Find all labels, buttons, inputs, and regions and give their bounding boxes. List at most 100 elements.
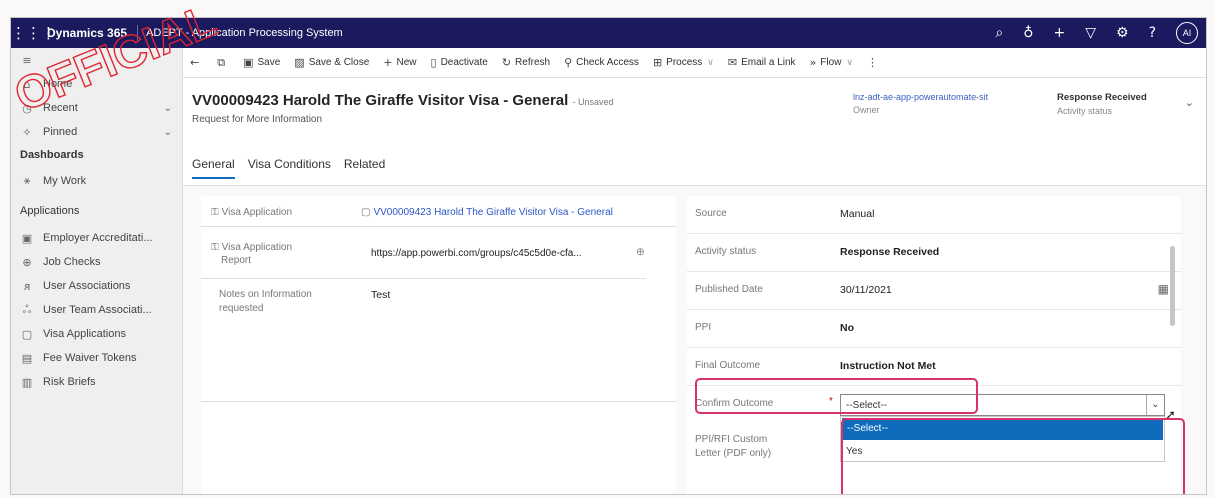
email-link-label: Email a Link bbox=[741, 57, 796, 68]
sidebar-item-user-team-associations[interactable]: ஃ User Team Associati... bbox=[11, 298, 182, 322]
sitemap-sidebar: ≡ ⌂ Home ◷ Recent ⌄ ✧ Pinned ⌄ Dashboards ⚹ My… bbox=[11, 48, 183, 494]
ppi-row: PPI No bbox=[687, 310, 1181, 348]
visa-application-report-url[interactable]: https://app.powerbi.com/groups/c45c5d0e-… bbox=[371, 248, 582, 259]
header-status-field: Response Received Activity status bbox=[1057, 92, 1147, 116]
published-date-label: Published Date bbox=[695, 284, 763, 295]
custom-letter-label-line2: Letter (PDF only) bbox=[695, 448, 772, 459]
sidebar-item-employer-accreditation[interactable]: ▣ Employer Accreditati... bbox=[11, 226, 182, 250]
sidebar-item-label: Fee Waiver Tokens bbox=[43, 352, 137, 364]
briefcase-icon: ⊕ bbox=[22, 255, 32, 269]
source-label: Source bbox=[695, 208, 727, 219]
save-close-button[interactable]: ▨ Save & Close bbox=[287, 48, 376, 78]
calendar-icon[interactable]: ▦ bbox=[1158, 282, 1169, 296]
sidebar-item-job-checks[interactable]: ⊕ Job Checks bbox=[11, 250, 182, 274]
command-bar: ← ⧉ ▣ Save ▨ Save & Close + New ▯ Deactivate… bbox=[183, 48, 1206, 78]
left-form-section: ⚿ Visa Application ▢ VV00009423 Harold The… bbox=[201, 196, 676, 494]
final-outcome-value[interactable]: Instruction Not Met bbox=[840, 360, 936, 372]
chevron-down-icon: ∨ bbox=[846, 57, 854, 68]
sidebar-item-label: Job Checks bbox=[43, 256, 101, 268]
brand-name[interactable]: Dynamics 365 bbox=[41, 25, 139, 41]
popout-icon[interactable]: ⧉ bbox=[217, 56, 225, 70]
check-access-button[interactable]: ⚲ Check Access bbox=[557, 48, 646, 78]
owner-label: Owner bbox=[853, 105, 880, 115]
published-date-value[interactable]: 30/11/2021 bbox=[840, 284, 892, 296]
sidebar-item-home[interactable]: ⌂ Home bbox=[11, 72, 182, 96]
confirm-outcome-highlight bbox=[841, 418, 1185, 494]
source-value[interactable]: Manual bbox=[840, 208, 874, 220]
chevron-down-icon[interactable]: ⌄ bbox=[1146, 395, 1164, 415]
deactivate-button[interactable]: ▯ Deactivate bbox=[424, 48, 495, 78]
sidebar-item-visa-applications[interactable]: ▢ Visa Applications bbox=[11, 322, 182, 346]
add-icon[interactable]: + bbox=[1053, 25, 1065, 41]
top-nav-bar: ⋮⋮⋮ Dynamics 365 ADEPT - Application Pro… bbox=[11, 18, 1206, 48]
search-icon[interactable]: ⌕ bbox=[995, 25, 1003, 41]
save-close-icon: ▨ bbox=[294, 56, 305, 69]
tab-related[interactable]: Related bbox=[344, 157, 385, 179]
ppi-value[interactable]: No bbox=[840, 322, 854, 334]
app-launcher-icon[interactable]: ⋮⋮⋮ bbox=[11, 24, 56, 42]
back-arrow-icon[interactable]: ← bbox=[190, 56, 199, 69]
back-button[interactable]: ← bbox=[183, 48, 210, 78]
sidebar-item-fee-waiver-tokens[interactable]: ▤ Fee Waiver Tokens bbox=[11, 346, 182, 370]
flow-button[interactable]: » Flow ∨ bbox=[803, 48, 860, 78]
chevron-down-icon[interactable]: ⌄ bbox=[164, 127, 172, 138]
sidebar-item-label: Recent bbox=[43, 102, 78, 114]
notes-value[interactable]: Test bbox=[371, 289, 390, 301]
email-link-icon: ✉ bbox=[727, 56, 738, 69]
settings-gear-icon[interactable]: ⚙ bbox=[1116, 25, 1129, 41]
chevron-down-icon[interactable]: ⌄ bbox=[164, 103, 172, 114]
record-header: VV00009423 Harold The Giraffe Visitor Vi… bbox=[183, 78, 1206, 186]
form-tabs: General Visa Conditions Related bbox=[192, 157, 385, 179]
plus-icon: + bbox=[383, 56, 393, 69]
sidebar-item-recent[interactable]: ◷ Recent ⌄ bbox=[11, 96, 182, 120]
open-new-window-button[interactable]: ⧉ bbox=[210, 48, 236, 78]
sidebar-item-pinned[interactable]: ✧ Pinned ⌄ bbox=[11, 120, 182, 144]
refresh-button[interactable]: ↻ Refresh bbox=[495, 48, 557, 78]
new-label: New bbox=[396, 57, 417, 68]
email-link-button[interactable]: ✉ Email a Link bbox=[721, 48, 803, 78]
record-title: VV00009423 Harold The Giraffe Visitor Vi… bbox=[192, 92, 614, 109]
unsaved-indicator: - Unsaved bbox=[572, 97, 614, 107]
user-avatar[interactable]: AI bbox=[1176, 22, 1198, 44]
check-access-icon: ⚲ bbox=[564, 56, 573, 69]
final-outcome-highlight bbox=[695, 378, 978, 414]
divider bbox=[201, 278, 646, 279]
tab-visa-conditions[interactable]: Visa Conditions bbox=[248, 157, 331, 179]
form-scrollbar[interactable] bbox=[1170, 246, 1175, 326]
sidebar-item-label: Pinned bbox=[43, 126, 78, 138]
top-nav-icons: ⌕ ♁ + ▽ ⚙ ? AI bbox=[995, 18, 1198, 48]
help-icon[interactable]: ? bbox=[1149, 25, 1156, 41]
flow-icon: » bbox=[809, 56, 817, 69]
chevron-down-icon: ∨ bbox=[707, 57, 714, 68]
owner-link[interactable]: lnz-adt-ae-app-powerautomate-sit bbox=[853, 92, 988, 102]
sidebar-item-label: Home bbox=[43, 78, 73, 90]
activity-status-field-value[interactable]: Response Received bbox=[840, 246, 939, 258]
more-commands-button[interactable]: ⋮ bbox=[860, 48, 889, 78]
tab-general[interactable]: General bbox=[192, 157, 235, 179]
sidebar-item-my-work[interactable]: ⚹ My Work bbox=[11, 166, 182, 196]
record-icon: ▢ bbox=[361, 207, 371, 218]
new-button[interactable]: + New bbox=[376, 48, 423, 78]
app-name[interactable]: ADEPT - Application Processing System bbox=[138, 27, 343, 39]
more-vertical-icon[interactable]: ⋮ bbox=[867, 56, 878, 69]
filter-icon[interactable]: ▽ bbox=[1085, 25, 1096, 41]
globe-icon[interactable]: ⊕ bbox=[636, 246, 645, 258]
hamburger-menu[interactable]: ≡ bbox=[11, 48, 182, 72]
visa-application-label: ⚿ Visa Application bbox=[211, 206, 292, 218]
header-expand-chevron-icon[interactable]: ⌄ bbox=[1185, 96, 1194, 109]
lightbulb-icon[interactable]: ♁ bbox=[1023, 25, 1033, 41]
process-button[interactable]: ⊞ Process ∨ bbox=[646, 48, 721, 78]
deactivate-icon: ▯ bbox=[430, 56, 437, 69]
sidebar-item-risk-briefs[interactable]: ▥ Risk Briefs bbox=[11, 370, 182, 394]
visa-application-lookup[interactable]: ▢ VV00009423 Harold The Giraffe Visitor V… bbox=[361, 206, 613, 218]
sidebar-item-user-associations[interactable]: ᴙ User Associations bbox=[11, 274, 182, 298]
sidebar-item-label: User Associations bbox=[43, 280, 131, 292]
flow-label: Flow bbox=[820, 57, 842, 68]
record-title-text: VV00009423 Harold The Giraffe Visitor Vi… bbox=[192, 92, 569, 109]
hamburger-icon[interactable]: ≡ bbox=[20, 54, 34, 67]
save-button[interactable]: ▣ Save bbox=[236, 48, 287, 78]
divider bbox=[201, 401, 676, 402]
visa-application-link[interactable]: VV00009423 Harold The Giraffe Visitor Vi… bbox=[373, 207, 612, 218]
sidebar-item-label: User Team Associati... bbox=[43, 304, 152, 316]
notes-label: Notes on Information bbox=[219, 289, 312, 300]
